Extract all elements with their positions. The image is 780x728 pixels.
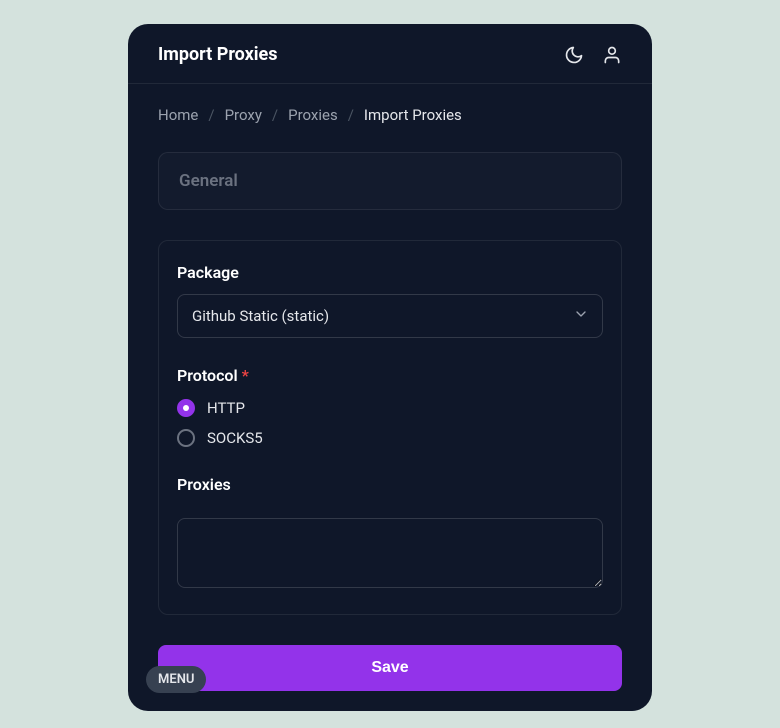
save-button[interactable]: Save [158, 645, 622, 691]
radio-label: HTTP [207, 399, 245, 417]
header: Import Proxies [128, 24, 652, 84]
protocol-section: Protocol* HTTP SOCKS5 [177, 366, 603, 447]
required-mark: * [242, 366, 249, 385]
section-header-general[interactable]: General [158, 152, 622, 210]
proxies-textarea[interactable] [177, 518, 603, 588]
package-select-wrapper: Github Static (static) [177, 294, 603, 338]
package-label: Package [177, 263, 603, 282]
breadcrumb-separator: / [208, 106, 214, 124]
package-selected-value: Github Static (static) [192, 307, 329, 325]
protocol-radio-group: HTTP SOCKS5 [177, 399, 603, 447]
radio-label: SOCKS5 [207, 429, 263, 447]
protocol-option-socks5[interactable]: SOCKS5 [177, 429, 603, 447]
protocol-option-http[interactable]: HTTP [177, 399, 603, 417]
breadcrumb-proxy[interactable]: Proxy [225, 106, 262, 124]
form-card: Package Github Static (static) Protocol*… [158, 240, 622, 615]
radio-icon [177, 399, 195, 417]
app-card: Import Proxies Home / Proxy / Proxies / … [128, 24, 652, 711]
breadcrumb-proxies[interactable]: Proxies [288, 106, 338, 124]
breadcrumb-separator: / [348, 106, 354, 124]
breadcrumb: Home / Proxy / Proxies / Import Proxies [128, 84, 652, 152]
protocol-label: Protocol* [177, 366, 603, 385]
breadcrumb-home[interactable]: Home [158, 106, 198, 124]
breadcrumb-separator: / [272, 106, 278, 124]
header-icons [564, 45, 622, 65]
breadcrumb-current: Import Proxies [364, 106, 462, 124]
proxies-section: Proxies [177, 475, 603, 592]
menu-button[interactable]: MENU [146, 666, 206, 693]
package-select[interactable]: Github Static (static) [177, 294, 603, 338]
proxies-label: Proxies [177, 475, 603, 494]
page-title: Import Proxies [158, 44, 278, 65]
protocol-label-text: Protocol [177, 366, 238, 385]
user-icon[interactable] [602, 45, 622, 65]
theme-toggle-icon[interactable] [564, 45, 584, 65]
radio-icon [177, 429, 195, 447]
